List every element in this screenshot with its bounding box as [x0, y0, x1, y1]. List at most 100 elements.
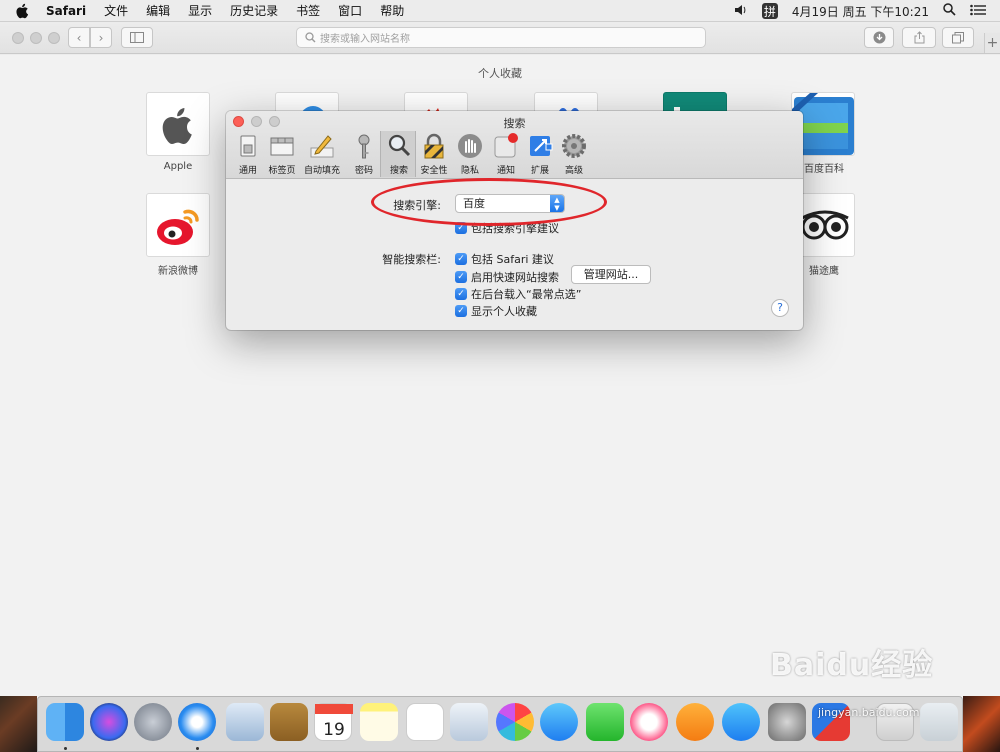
lock-icon	[424, 133, 444, 159]
desktop-wallpaper	[0, 696, 37, 752]
menu-edit[interactable]: 编辑	[146, 2, 170, 19]
manage-websites-button[interactable]: 管理网站...	[571, 265, 651, 284]
menu-bookmarks[interactable]: 书签	[296, 2, 320, 19]
checkmark-icon: ✓	[455, 288, 467, 300]
download-icon	[873, 31, 885, 44]
new-tab-button[interactable]: +	[984, 33, 1000, 53]
checkmark-icon: ✓	[455, 253, 467, 265]
menu-history[interactable]: 历史记录	[230, 2, 278, 19]
address-bar[interactable]: 搜索或输入网站名称	[296, 27, 706, 48]
apple-menu-icon[interactable]	[14, 2, 32, 20]
tabs-overview-icon	[952, 31, 964, 43]
checkbox-label: 启用快速网站搜索	[471, 271, 559, 284]
baidu-jingyan-watermark: Baidu经验	[770, 648, 934, 683]
desktop-wallpaper	[963, 696, 1000, 752]
pencil-icon	[310, 135, 334, 158]
back-button[interactable]: ‹	[68, 27, 90, 48]
show-favorites-checkbox[interactable]: ✓ 显示个人收藏	[455, 303, 537, 319]
key-icon	[358, 134, 370, 159]
running-indicator	[196, 747, 199, 750]
help-button[interactable]: ?	[771, 299, 789, 317]
tab-tabs[interactable]: 标签页	[264, 131, 300, 177]
forward-button[interactable]: ›	[90, 27, 112, 48]
downloads-button[interactable]	[864, 27, 894, 48]
menu-file[interactable]: 文件	[104, 2, 128, 19]
books-icon[interactable]	[676, 703, 714, 741]
gear-icon	[562, 134, 586, 158]
watermark-url: jingyan.baidu.com	[818, 706, 920, 719]
smart-search-label: 智能搜索栏:	[382, 253, 441, 266]
dock: 19	[37, 696, 963, 752]
status-area: 拼 4月19日 周五 下午10:21	[734, 0, 1000, 22]
menu-help[interactable]: 帮助	[380, 2, 404, 19]
favorites-title: 个人收藏	[478, 67, 522, 80]
notes-icon[interactable]	[360, 703, 398, 741]
share-button[interactable]	[902, 27, 936, 48]
preview-icon[interactable]	[450, 703, 488, 741]
contacts-icon[interactable]	[270, 703, 308, 741]
switch-icon	[240, 135, 256, 157]
menu-window[interactable]: 窗口	[338, 2, 362, 19]
preload-top-hit-checkbox[interactable]: ✓ 在后台载入“最常点选”	[455, 286, 581, 302]
launchpad-icon[interactable]	[134, 703, 172, 741]
menu-bar: Safari 文件 编辑 显示 历史记录 书签 窗口 帮助 拼 4月19日 周五…	[0, 0, 1000, 22]
photos-icon[interactable]	[496, 703, 534, 741]
safari-suggestions-checkbox[interactable]: ✓ 包括 Safari 建议	[455, 251, 554, 267]
tab-label: 自动填充	[303, 166, 340, 176]
siri-icon[interactable]	[90, 703, 128, 741]
notification-center-icon[interactable]	[970, 4, 986, 19]
sidebar-button[interactable]	[121, 27, 153, 48]
sidebar-icon	[130, 32, 144, 43]
hand-icon	[458, 134, 482, 158]
mail-icon[interactable]	[226, 703, 264, 741]
favorite-tile-weibo[interactable]	[146, 193, 210, 257]
tab-overview-button[interactable]	[942, 27, 974, 48]
zoom-window-button[interactable]	[48, 32, 60, 44]
menu-view[interactable]: 显示	[188, 2, 212, 19]
extensions-icon	[530, 136, 553, 156]
checkmark-icon: ✓	[455, 305, 467, 317]
favorite-tile-apple[interactable]	[146, 92, 210, 156]
safari-toolbar: ‹ › 搜索或输入网站名称	[0, 22, 1000, 54]
minimize-window-button[interactable]	[30, 32, 42, 44]
tab-label: 高级	[564, 166, 583, 176]
quick-website-search-checkbox[interactable]: ✓ 启用快速网站搜索	[455, 269, 559, 285]
input-method-icon[interactable]: 拼	[761, 3, 778, 19]
svg-text:19: 19	[323, 720, 345, 740]
checkbox-label: 包括 Safari 建议	[471, 253, 554, 266]
chevron-left-icon: ‹	[76, 30, 82, 45]
share-icon	[914, 31, 924, 44]
messages-icon[interactable]	[540, 703, 578, 741]
system-preferences-icon[interactable]	[768, 703, 806, 741]
search-icon	[305, 32, 316, 43]
safari-icon[interactable]	[178, 703, 216, 741]
annotation-ellipse	[371, 178, 607, 226]
facetime-icon[interactable]	[586, 703, 624, 741]
close-window-button[interactable]	[12, 32, 24, 44]
running-indicator	[64, 747, 67, 750]
tab-advanced[interactable]: 高级	[556, 131, 592, 177]
favorite-label: 新浪微博	[158, 266, 198, 277]
finder-icon[interactable]	[46, 703, 84, 741]
notification-icon	[494, 133, 518, 158]
calendar-icon[interactable]: 19	[314, 703, 353, 741]
clock[interactable]: 4月19日 周五 下午10:21	[792, 3, 929, 20]
chevron-right-icon: ›	[98, 30, 104, 45]
tabs-icon	[270, 137, 294, 156]
magnifier-icon	[388, 134, 411, 157]
checkbox-label: 显示个人收藏	[471, 305, 537, 318]
favorite-label: Apple	[163, 161, 193, 172]
spotlight-icon[interactable]	[943, 3, 956, 19]
volume-icon[interactable]	[734, 4, 748, 19]
preferences-title: 搜索	[503, 117, 526, 130]
trash-icon[interactable]	[920, 703, 958, 741]
tab-autofill[interactable]: 自动填充	[304, 131, 340, 177]
apple-logo-icon	[162, 108, 192, 145]
app-store-icon[interactable]	[722, 703, 760, 741]
menu-safari[interactable]: Safari	[46, 4, 86, 18]
checkbox-label: 在后台载入“最常点选”	[471, 288, 582, 301]
music-icon[interactable]	[630, 703, 668, 741]
reminders-icon[interactable]	[406, 703, 444, 741]
address-placeholder: 搜索或输入网站名称	[320, 34, 410, 45]
checkmark-icon: ✓	[455, 271, 467, 283]
